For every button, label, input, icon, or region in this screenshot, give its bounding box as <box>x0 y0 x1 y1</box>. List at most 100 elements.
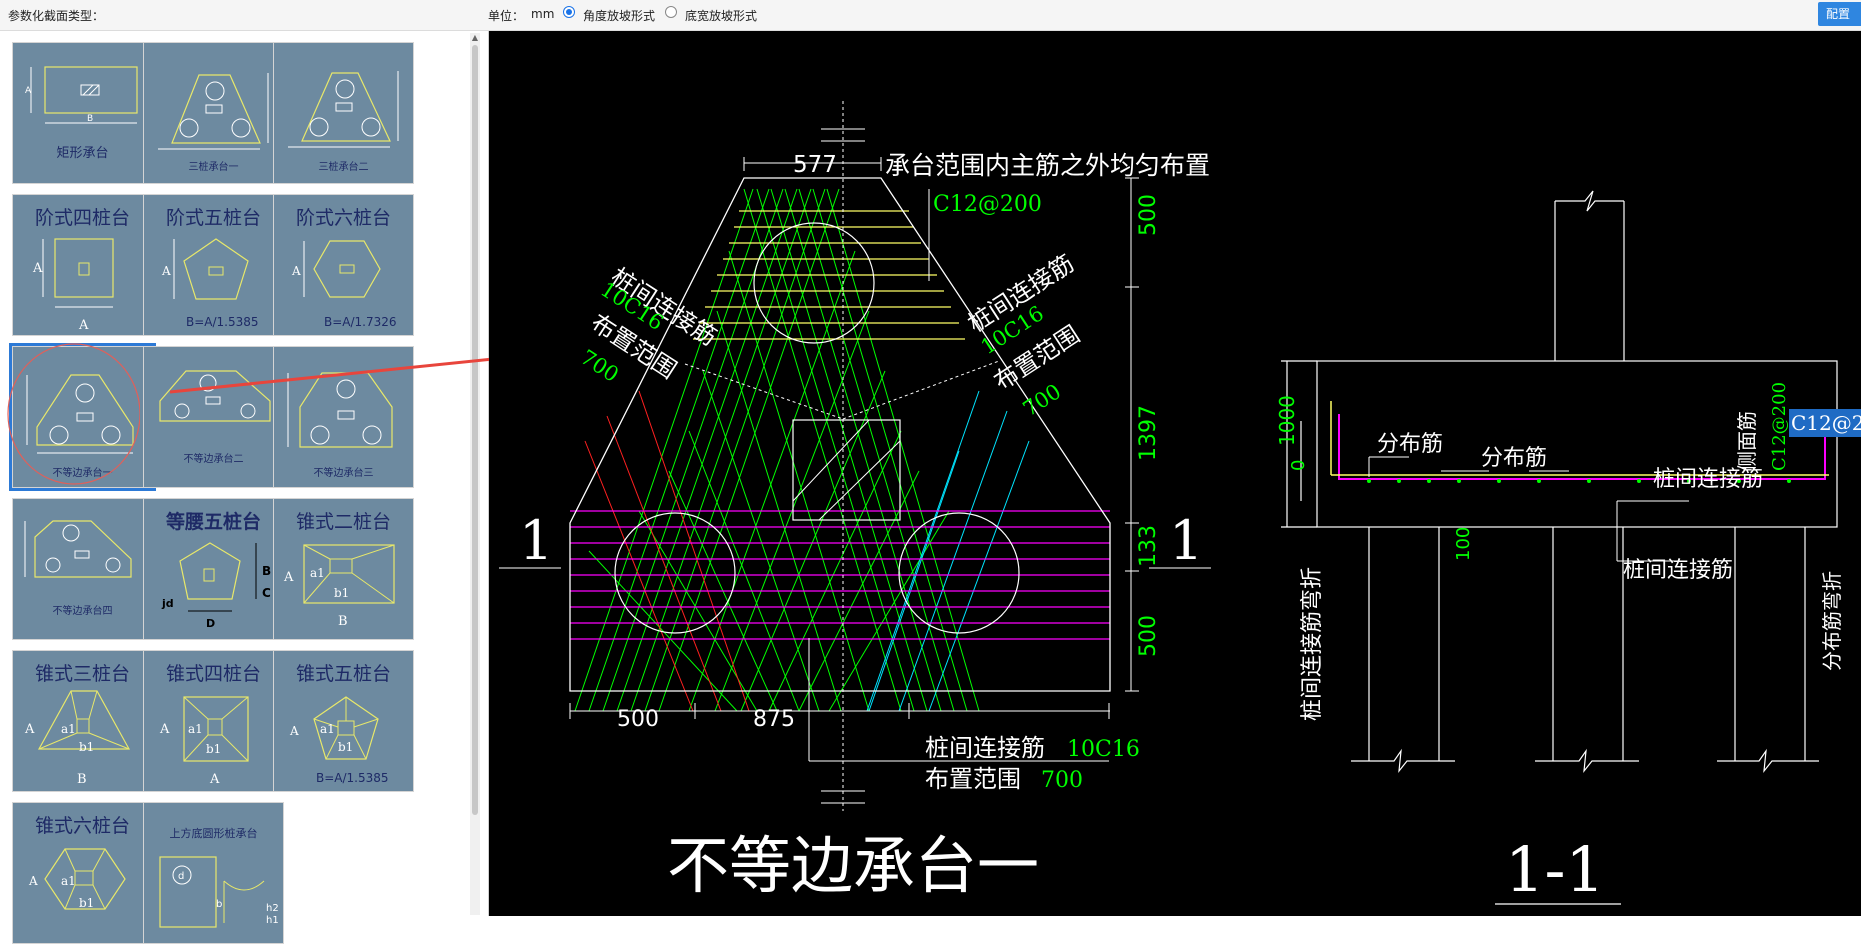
svg-text:D: D <box>206 617 215 630</box>
rect-cap-diagram: AB <box>25 66 138 124</box>
dim-500-bottom: 500 <box>617 707 659 732</box>
sec-dim-1000: 1000 <box>1275 395 1299 446</box>
cone-six-pile-diagram: A a1 b1 <box>28 848 126 910</box>
tile-caption: B=A/1.7326 <box>324 315 397 329</box>
tile-three-pile-2[interactable]: 三桩承台二 <box>273 42 414 184</box>
range-value-bottom: 700 <box>1041 768 1083 793</box>
section-type-label: 参数化截面类型： <box>8 9 105 23</box>
tile-caption: 不等边承台三 <box>313 468 374 479</box>
unit-value: mm <box>531 7 555 21</box>
tile-step-four-pile[interactable]: 阶式四桩台 A A <box>12 194 153 336</box>
conn-label-bottom: 桩间连接筋 <box>925 734 1045 762</box>
rebar-c12: C12@200 <box>933 192 1042 217</box>
svg-text:b1: b1 <box>334 586 349 600</box>
conn-bar-bottom: 10C16 <box>1067 737 1140 762</box>
dim-1397: 1397 <box>1136 405 1161 461</box>
tile-caption: 不等边承台一 <box>52 468 113 479</box>
svg-text:b1: b1 <box>79 896 94 910</box>
tile-unequal-cap-4[interactable]: 不等边承台四 <box>12 498 153 640</box>
angle-slope-radio[interactable] <box>563 6 575 18</box>
cone-three-pile-diagram: A a1 b1 B <box>24 690 131 787</box>
plan-title: 不等边承台一 <box>667 829 1039 902</box>
svg-text:b1: b1 <box>338 740 353 754</box>
sec-dim-100: 100 <box>1453 527 1474 561</box>
tile-cone-four-pile[interactable]: 锥式四桩台 A a1 b1 A <box>143 650 284 792</box>
svg-text:B: B <box>338 614 348 629</box>
svg-text:jd: jd <box>161 597 174 610</box>
tile-rect-cap[interactable]: AB 矩形承台 <box>12 42 153 184</box>
tile-cone-three-pile[interactable]: 锥式三桩台 A a1 b1 B <box>12 650 153 792</box>
tile-caption: 不等边承台四 <box>52 606 113 617</box>
conn-label-section-2: 桩间连接筋 <box>1623 558 1733 583</box>
conn-bend-label: 桩间连接筋弯折 <box>1300 567 1325 721</box>
angle-slope-label[interactable]: 角度放坡形式 <box>583 7 655 24</box>
tile-caption: B=A/1.5385 <box>316 771 389 785</box>
svg-text:d: d <box>178 871 184 882</box>
svg-text:a1: a1 <box>310 566 325 580</box>
tile-caption: 三桩承台一 <box>188 162 239 173</box>
range-label-bottom: 布置范围 <box>925 765 1021 793</box>
tile-three-pile-1[interactable]: 三桩承台一 <box>143 42 284 184</box>
section-mark-left: 1 <box>519 509 553 572</box>
svg-text:A: A <box>289 724 299 738</box>
svg-text:h1: h1 <box>266 915 279 926</box>
cad-drawing: 577 500 875 500 1397 133 500 1 1 承台范围内主筋… <box>499 101 1861 906</box>
section-mark-right: 1 <box>1169 509 1203 572</box>
tile-cone-two-pile[interactable]: 锥式二桩台 A a1 b1 B <box>273 498 414 640</box>
svg-text:A: A <box>159 722 170 737</box>
svg-text:B: B <box>87 114 93 124</box>
unit-label: 单位： <box>488 9 525 23</box>
svg-text:A: A <box>78 318 89 333</box>
top-toolbar: 参数化截面类型： 单位： mm 角度放坡形式 底宽放坡形式 配置 <box>0 0 1861 31</box>
svg-text:b1: b1 <box>206 742 221 756</box>
config-button[interactable]: 配置 <box>1818 2 1861 26</box>
step-four-pile-diagram: A A <box>32 238 114 333</box>
svg-text:A: A <box>25 86 32 96</box>
dim-500-top: 500 <box>1136 194 1161 236</box>
cad-preview-canvas: 577 500 875 500 1397 133 500 1 1 承台范围内主筋… <box>489 31 1861 916</box>
svg-text:A: A <box>291 264 301 278</box>
scroll-up-icon[interactable]: ▲ <box>471 33 479 43</box>
svg-text:A: A <box>24 722 35 737</box>
svg-text:C: C <box>262 586 271 600</box>
svg-text:a1: a1 <box>61 722 76 736</box>
svg-text:A: A <box>161 264 171 278</box>
svg-text:A: A <box>28 874 38 888</box>
side-bar-rebar: C12@200 <box>1769 382 1790 471</box>
svg-text:a1: a1 <box>188 722 203 736</box>
dim-577: 577 <box>793 152 837 178</box>
svg-text:b: b <box>216 899 222 910</box>
tile-caption: B=A/1.5385 <box>186 315 259 329</box>
gallery-scrollbar[interactable]: ▲ <box>470 33 480 915</box>
dim-133: 133 <box>1136 525 1161 567</box>
tile-caption: 矩形承台 <box>56 146 109 161</box>
tile-cone-five-pile[interactable]: 锥式五桩台 A a1 b1 B=A/1.5385 <box>273 650 414 792</box>
tile-step-six-pile[interactable]: 阶式六桩台 A B=A/1.7326 <box>273 194 414 336</box>
svg-text:B: B <box>77 772 87 787</box>
tile-round-pile-cap[interactable]: 上方底圆形桩承台 d b h2 h1 <box>143 802 284 944</box>
svg-text:b1: b1 <box>79 740 94 754</box>
section-title: 1-1 <box>1505 833 1605 906</box>
width-slope-label[interactable]: 底宽放坡形式 <box>685 7 757 24</box>
svg-text:A: A <box>283 570 294 585</box>
tile-caption: 三桩承台二 <box>318 162 369 173</box>
tile-step-five-pile[interactable]: 阶式五桩台 A B=A/1.5385 <box>143 194 284 336</box>
tile-isosceles-five-pile[interactable]: 等腰五桩台 B C jd D <box>143 498 284 640</box>
tile-unequal-cap-1[interactable]: 不等边承台一 <box>9 343 156 491</box>
svg-text:h2: h2 <box>266 903 279 914</box>
dist-bend-label: 分布筋弯折 <box>1820 571 1844 671</box>
selected-rebar-text[interactable]: C12@200 <box>1791 411 1861 435</box>
section-type-gallery: AB 矩形承台 三桩承台一 三桩承台二 阶式四桩台 A A 阶式五桩台 A B=… <box>7 39 468 944</box>
dist-bar-label-1: 分布筋 <box>1377 432 1443 457</box>
unequal-cap-4-diagram <box>24 520 132 578</box>
width-slope-radio[interactable] <box>665 6 677 18</box>
side-bar-label: 侧面筋 <box>1735 411 1759 471</box>
tile-cone-six-pile[interactable]: 锥式六桩台 A a1 b1 <box>12 802 153 944</box>
section-type-gallery-panel: AB 矩形承台 三桩承台一 三桩承台二 阶式四桩台 A A 阶式五桩台 A B=… <box>0 31 489 944</box>
cone-two-pile-diagram: A a1 b1 B <box>283 544 395 629</box>
note-main: 承台范围内主筋之外均匀布置 <box>885 151 1210 180</box>
dist-bar-label-2: 分布筋 <box>1481 446 1547 471</box>
svg-text:a1: a1 <box>320 722 335 736</box>
dim-875: 875 <box>753 707 795 732</box>
cone-four-pile-diagram: A a1 b1 A <box>159 696 249 787</box>
